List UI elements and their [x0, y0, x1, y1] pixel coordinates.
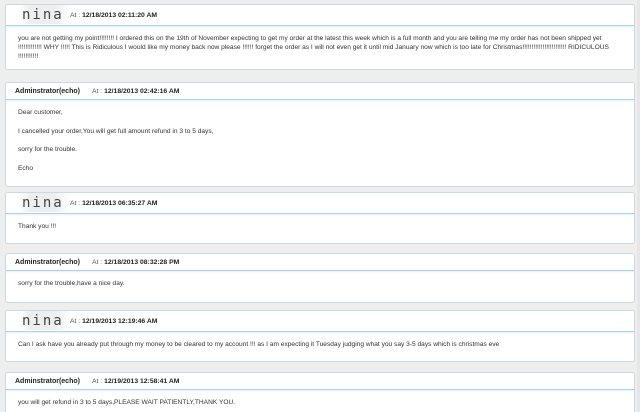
message-header: Adminstrator(echo) At : 12/18/2013 08:32…	[6, 254, 634, 273]
message-author: nina	[20, 5, 70, 24]
message-text: Can I ask have you already put through m…	[18, 341, 500, 348]
message-body: Can I ask have you already put through m…	[6, 332, 634, 355]
message-card: nina At : 12/18/2013 02:11:20 AM you are…	[5, 4, 635, 70]
message-text: you will get refund in 3 to 5 days,PLEAS…	[18, 399, 236, 406]
message-author: nina	[20, 193, 70, 212]
message-date: 12/18/2013 02:42:16 AM	[104, 88, 180, 95]
message-card: nina At : 12/18/2013 06:35:27 AM Thank y…	[5, 192, 635, 244]
message-text: Thank you !!!	[18, 223, 57, 230]
message-timestamp: At : 12/19/2013 12:19:46 AM	[70, 317, 157, 326]
message-card: Adminstrator(echo) At : 12/18/2013 08:32…	[5, 253, 635, 303]
message-author: Adminstrator(echo)	[15, 378, 80, 385]
message-author: nina	[20, 311, 70, 330]
at-label: At :	[92, 88, 103, 95]
message-body: Thank you !!!	[6, 214, 634, 237]
message-timestamp: At : 12/18/2013 06:35:27 AM	[70, 199, 157, 208]
message-timestamp: At : 12/19/2013 12:58:41 AM	[92, 377, 179, 386]
message-date: 12/18/2013 06:35:27 AM	[82, 200, 158, 207]
message-text: Dear customer,	[18, 109, 63, 116]
message-timestamp: At : 12/18/2013 02:42:16 AM	[92, 87, 179, 96]
message-thread: nina At : 12/18/2013 02:11:20 AM you are…	[0, 0, 640, 412]
message-card: nina At : 12/19/2013 12:19:46 AM Can I a…	[5, 310, 635, 362]
message-header: nina At : 12/19/2013 12:19:46 AM	[6, 311, 634, 334]
message-author: Adminstrator(echo)	[15, 88, 80, 95]
at-label: At :	[70, 12, 81, 19]
message-body: sorry for the trouble,have a nice day.	[6, 271, 634, 294]
at-label: At :	[92, 378, 103, 385]
message-text: sorry for the trouble.	[18, 146, 78, 153]
message-date: 12/18/2013 02:11:20 AM	[82, 12, 158, 19]
message-date: 12/18/2013 08:32:28 PM	[104, 259, 180, 266]
at-label: At :	[70, 318, 81, 325]
message-body: you are not getting my point!!!!!!!! I o…	[6, 26, 634, 67]
message-header: Adminstrator(echo) At : 12/19/2013 12:58…	[6, 373, 634, 392]
at-label: At :	[70, 200, 81, 207]
message-body: Dear customer, I cancelled your order,Yo…	[6, 100, 634, 179]
message-timestamp: At : 12/18/2013 08:32:28 PM	[92, 258, 179, 267]
message-text: I cancelled your order,You will get full…	[18, 127, 214, 135]
message-date: 12/19/2013 12:58:41 AM	[104, 378, 180, 385]
message-header: Adminstrator(echo) At : 12/18/2013 02:42…	[6, 83, 634, 102]
message-author: Adminstrator(echo)	[15, 259, 80, 266]
message-timestamp: At : 12/18/2013 02:11:20 AM	[70, 11, 157, 20]
message-text: sorry for the trouble,have a nice day.	[18, 280, 125, 287]
message-header: nina At : 12/18/2013 02:11:20 AM	[6, 5, 634, 28]
message-body: you will get refund in 3 to 5 days,PLEAS…	[6, 390, 634, 412]
message-card: Adminstrator(echo) At : 12/18/2013 02:42…	[5, 82, 635, 187]
message-date: 12/19/2013 12:19:46 AM	[82, 318, 158, 325]
at-label: At :	[92, 259, 103, 266]
message-text: you are not getting my point!!!!!!!! I o…	[18, 35, 609, 60]
message-header: nina At : 12/18/2013 06:35:27 AM	[6, 193, 634, 216]
message-text: Echo	[18, 164, 34, 172]
message-card: Adminstrator(echo) At : 12/19/2013 12:58…	[5, 372, 635, 412]
